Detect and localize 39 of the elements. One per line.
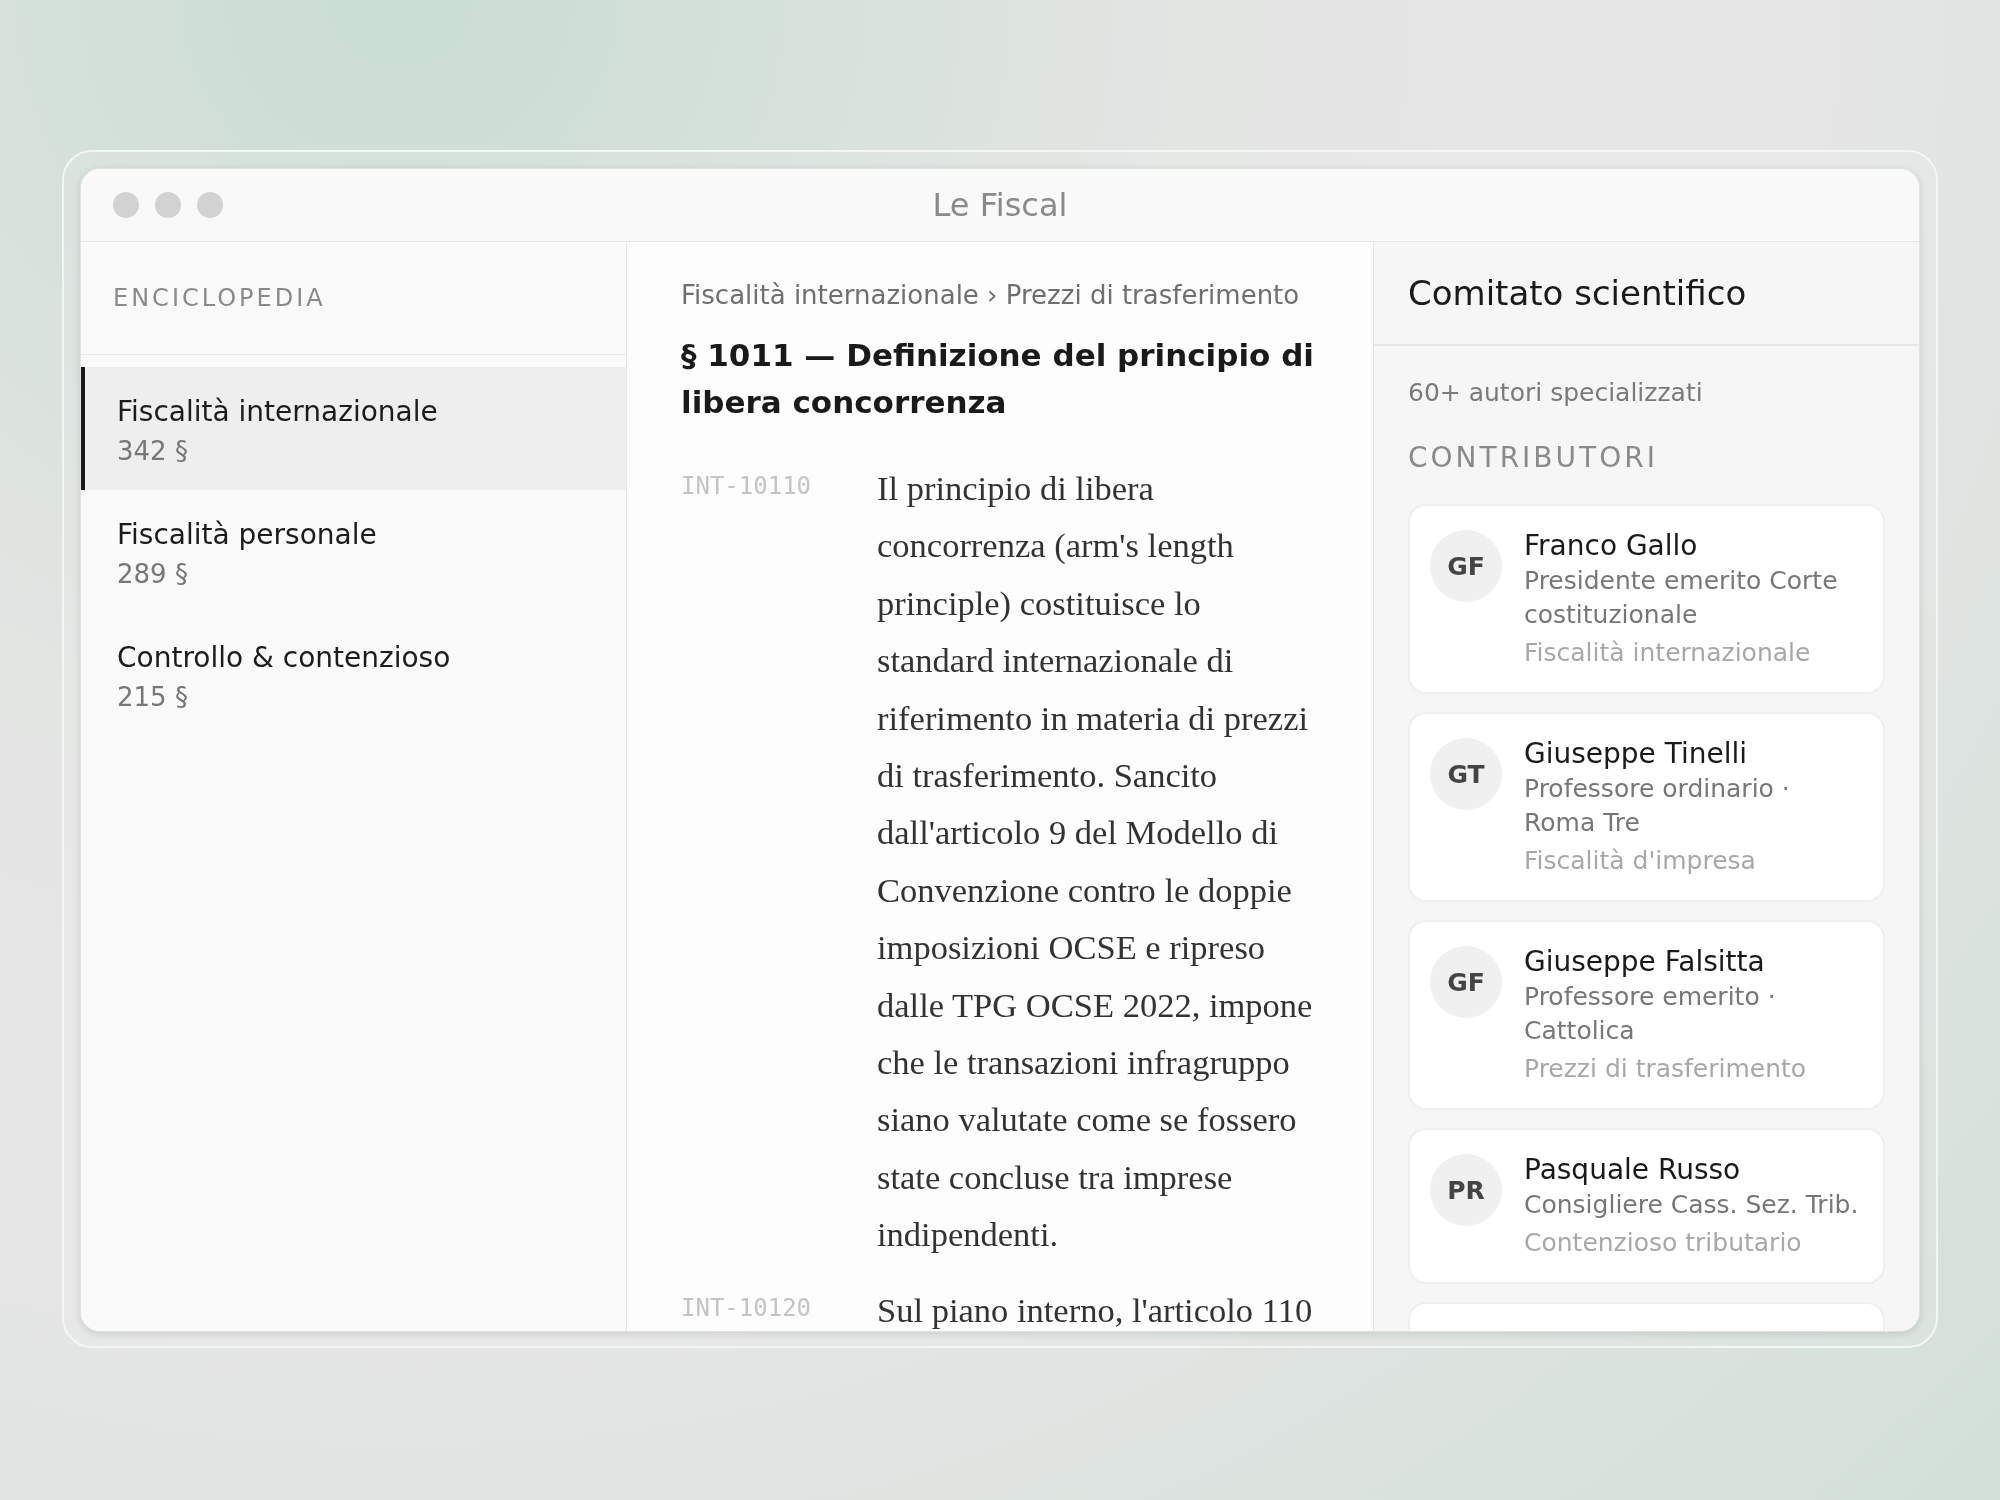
sidebar-item[interactable]: Fiscalità internazionale 342 § — [81, 367, 626, 490]
minimize-window-button[interactable] — [155, 192, 181, 218]
contributor-area: Fiscalità d'impresa — [1524, 844, 1863, 878]
contributor-name: Giuseppe Tinelli — [1524, 736, 1749, 772]
contributor-name: Franco Gallo — [1524, 528, 1699, 564]
section-count: 342 § — [117, 436, 189, 466]
breadcrumb: Fiscalità internazionale › Prezzi di trasferimento — [681, 280, 1301, 310]
category-title: Fiscalità internazionale — [117, 395, 439, 428]
sidebar-item[interactable]: Controllo & contenzioso 215 § — [81, 613, 626, 736]
contributor-area: Contenzioso tributario — [1524, 1226, 1859, 1260]
contributor-area: Fiscalità internazionale — [1524, 636, 1863, 670]
window-title: Le Fiscal — [931, 186, 1069, 224]
contributor-role: Consigliere Cass. Sez. Trib. — [1524, 1189, 1859, 1221]
paragraph-text: Sul piano interno, l'articolo 110 — [877, 1289, 1314, 1331]
category-title: Controllo & contenzioso — [117, 641, 452, 674]
panel-subtitle: 60+ autori specializzati — [1408, 378, 1704, 407]
section-count: 215 § — [117, 682, 189, 712]
section-count: 289 § — [117, 559, 189, 589]
close-window-button[interactable] — [113, 192, 139, 218]
avatar: GF — [1430, 530, 1502, 602]
avatar: GT — [1430, 738, 1502, 810]
sidebar-heading: ENCICLOPEDIA — [81, 242, 626, 355]
article-title: § 1011 — Definizione del principio di libera concorrenza — [681, 336, 1315, 422]
paragraph-code: INT-10120 — [681, 1292, 813, 1322]
contributor-role: Presidente emerito Corte costituzionale — [1524, 565, 1839, 631]
section-heading: CONTRIBUTORI — [1408, 441, 1659, 474]
panel-title: Comitato scientifico — [1374, 242, 1919, 346]
zoom-window-button[interactable] — [197, 192, 223, 218]
contributor-name: Giuseppe Falsitta — [1524, 944, 1766, 980]
avatar: PR — [1430, 1154, 1502, 1226]
paragraph-code: INT-10110 — [681, 471, 813, 500]
sidebar-item[interactable]: Fiscalità personale 289 § — [81, 490, 626, 613]
contributor-area: Prezzi di trasferimento — [1524, 1052, 1863, 1086]
category-title: Fiscalità personale — [117, 518, 378, 551]
avatar: GF — [1430, 946, 1502, 1018]
paragraph-text: Il principio di libera concorrenza (arm's length principle) costituisce lo standard internazionale di riferimento in materia di prezzi di trasferimento. Sancito dall'articolo 9 del Modello di Convenzione contro le doppie imposizioni OCSE e ripreso dalle TPG OCSE 2022, impone che le transazioni infragruppo siano valutate come se fossero state concluse tra imprese indipendenti. — [877, 468, 1314, 1256]
contributor-role: Professore ordinario · Roma Tre — [1524, 773, 1791, 839]
contributor-name: Pasquale Russo — [1524, 1152, 1742, 1188]
contributor-role: Professore emerito · Cattolica — [1524, 981, 1777, 1047]
